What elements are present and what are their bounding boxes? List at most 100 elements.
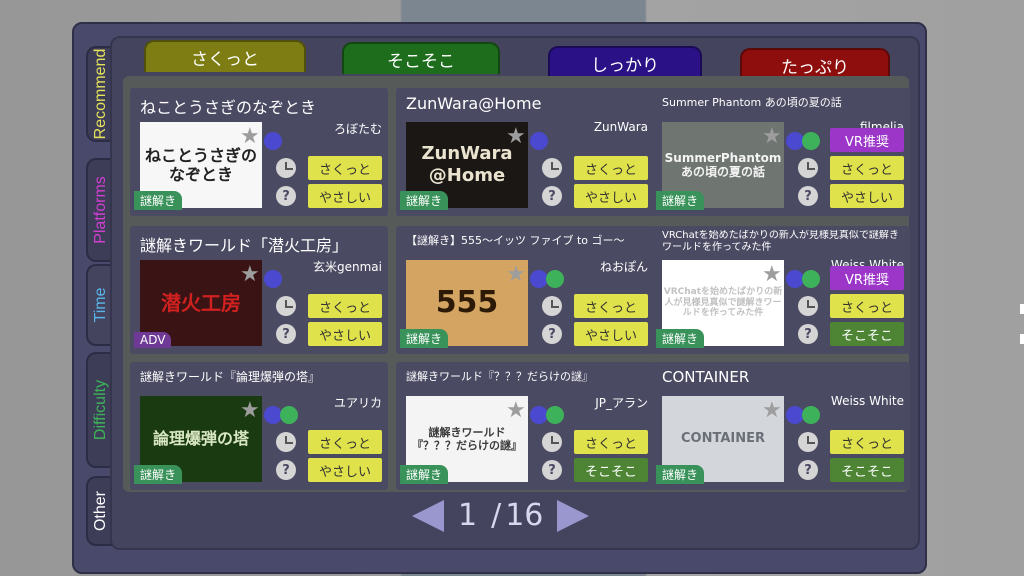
tag-yellow: やさしい	[308, 322, 382, 346]
thumbnail-caption: 論理爆弾の塔	[152, 429, 249, 449]
question-icon: ?	[276, 460, 296, 480]
tag-purple: VR推奨	[830, 266, 904, 290]
tag-green: そこそこ	[574, 458, 648, 482]
genre-chip: ADV	[134, 332, 172, 348]
tab-label: Other	[92, 490, 109, 532]
genre-chip: 謎解き	[400, 465, 449, 484]
clock-icon	[276, 296, 296, 316]
thumbnail-caption: SummerPhantom あの頃の夏の話	[664, 150, 782, 179]
next-page-button[interactable]	[557, 499, 590, 532]
thumbnail-caption: ねことうさぎの なぞとき	[144, 145, 257, 184]
question-icon: ?	[276, 324, 296, 344]
thumbnail-caption: CONTAINER	[681, 431, 765, 447]
star-icon[interactable]: ★	[240, 400, 260, 422]
question-icon: ?	[798, 186, 818, 206]
platform-quest-dot	[546, 270, 564, 288]
tag-yellow: さくっと	[830, 156, 904, 180]
question-icon: ?	[542, 186, 562, 206]
world-title: Summer Phantom あの頃の夏の話	[662, 96, 842, 109]
tag-purple: VR推奨	[830, 128, 904, 152]
genre-chip: 謎解き	[134, 465, 183, 484]
page-separator: /	[491, 498, 502, 533]
clock-icon	[798, 296, 818, 316]
top-tab-3[interactable]: しっかり	[548, 46, 702, 78]
world-card[interactable]: VRChatを始めたばかりの新人が見様見真似で謎解きワールドを作ってみた件 Wei…	[652, 226, 910, 354]
clock-icon	[276, 432, 296, 452]
tag-yellow: やさしい	[830, 184, 904, 208]
tag-yellow: さくっと	[308, 156, 382, 180]
world-card[interactable]: Summer Phantom あの頃の夏の話 filmelia SummerPhan…	[652, 88, 910, 216]
tab-label: Recommend	[92, 48, 109, 140]
thumbnail-caption: 潜火工房	[161, 291, 241, 315]
tag-yellow: さくっと	[308, 294, 382, 318]
world-author: ろぼたむ	[333, 122, 382, 136]
question-icon: ?	[276, 186, 296, 206]
tag-yellow: さくっと	[308, 430, 382, 454]
tag-yellow: やさしい	[574, 184, 648, 208]
tab-label: Difficulty	[92, 379, 109, 441]
world-author: 玄米genmai	[313, 260, 382, 274]
genre-chip: 謎解き	[656, 329, 705, 348]
top-tab-2[interactable]: そこそこ	[342, 42, 500, 74]
genre-chip: 謎解き	[134, 191, 183, 210]
thumbnail-caption: ZunWara @Home	[421, 143, 513, 186]
tag-yellow: さくっと	[830, 430, 904, 454]
star-icon[interactable]: ★	[240, 264, 260, 286]
tag-yellow: さくっと	[574, 294, 648, 318]
platform-pc-dot	[264, 270, 282, 288]
tag-yellow: さくっと	[830, 294, 904, 318]
world-card[interactable]: CONTAINER Weiss White CONTAINER ★ 謎解き さくっと そこそ…	[652, 362, 910, 490]
clock-icon	[798, 432, 818, 452]
platform-quest-dot	[802, 406, 820, 424]
star-icon[interactable]: ★	[506, 400, 526, 422]
world-card[interactable]: ZunWara@Home ZunWara ZunWara @Home ★ 謎解き さくっと…	[396, 88, 654, 216]
world-title: CONTAINER	[662, 368, 750, 386]
thumbnail-caption: VRChatを始めたばかりの新人が見様見真似で謎解きワールドを作ってみた件	[663, 286, 783, 319]
world-card[interactable]: 謎解きワールド『論理爆弾の塔』 ユアリカ 論理爆弾の塔 ★ 謎解き さくっと やさしい?	[130, 362, 388, 490]
star-icon[interactable]: ★	[762, 264, 782, 286]
thumbnail-caption: 555	[435, 285, 499, 320]
world-author: Weiss White	[830, 394, 904, 408]
current-page: 1	[458, 498, 478, 533]
tag-yellow: さくっと	[574, 430, 648, 454]
tab-label: Time	[92, 287, 109, 323]
world-author: ZunWara	[593, 120, 648, 134]
world-card[interactable]: 謎解きワールド『？？？だらけの謎』 JP_アラン 謎解きワールド 『？？？だらけの謎…	[396, 362, 654, 490]
platform-pc-dot	[264, 132, 282, 150]
world-title: ZunWara@Home	[406, 94, 542, 113]
pager: 1 / 16	[412, 498, 590, 533]
world-card[interactable]: ねことうさぎのなぞとき ろぼたむ ねことうさぎの なぞとき ★ 謎解き さくっと やさしい?	[130, 88, 388, 216]
platform-quest-dot	[546, 406, 564, 424]
thumbnail-caption: 謎解きワールド 『？？？だらけの謎』	[412, 425, 522, 452]
world-author: ねおぽん	[599, 260, 648, 274]
clock-icon	[542, 432, 562, 452]
genre-chip: 謎解き	[656, 191, 705, 210]
platform-quest-dot	[280, 406, 298, 424]
star-icon[interactable]: ★	[240, 126, 260, 148]
clock-icon	[276, 158, 296, 178]
tag-yellow: やさしい	[574, 322, 648, 346]
world-title: 謎解きワールド『論理爆弾の塔』	[140, 370, 321, 384]
top-tab-1[interactable]: さくっと	[144, 40, 306, 72]
question-icon: ?	[798, 460, 818, 480]
tag-green: そこそこ	[830, 322, 904, 346]
clock-icon	[542, 158, 562, 178]
edge-marker	[1020, 304, 1024, 314]
world-card[interactable]: 【謎解き】555〜イッツ ファイブ to ゴー〜 ねおぽん 555 ★ 謎解き さくっとや…	[396, 226, 654, 354]
genre-chip: 謎解き	[400, 329, 449, 348]
prev-page-button[interactable]	[412, 499, 444, 532]
tag-green: そこそこ	[830, 458, 904, 482]
edge-marker	[1020, 334, 1024, 344]
tag-yellow: やさしい	[308, 458, 382, 482]
world-card[interactable]: 謎解きワールド「潜火工房」 玄米genmai 潜火工房 ★ ADV さくっと やさしい?	[130, 226, 388, 354]
platform-pc-dot	[530, 132, 548, 150]
question-icon: ?	[542, 324, 562, 344]
star-icon[interactable]: ★	[506, 126, 526, 148]
world-title: VRChatを始めたばかりの新人が見様見真似で謎解きワールドを作ってみた件	[662, 230, 899, 253]
star-icon[interactable]: ★	[762, 126, 782, 148]
platform-quest-dot	[802, 132, 820, 150]
question-icon: ?	[798, 324, 818, 344]
star-icon[interactable]: ★	[506, 264, 526, 286]
total-pages: 16	[505, 498, 544, 533]
star-icon[interactable]: ★	[762, 400, 782, 422]
